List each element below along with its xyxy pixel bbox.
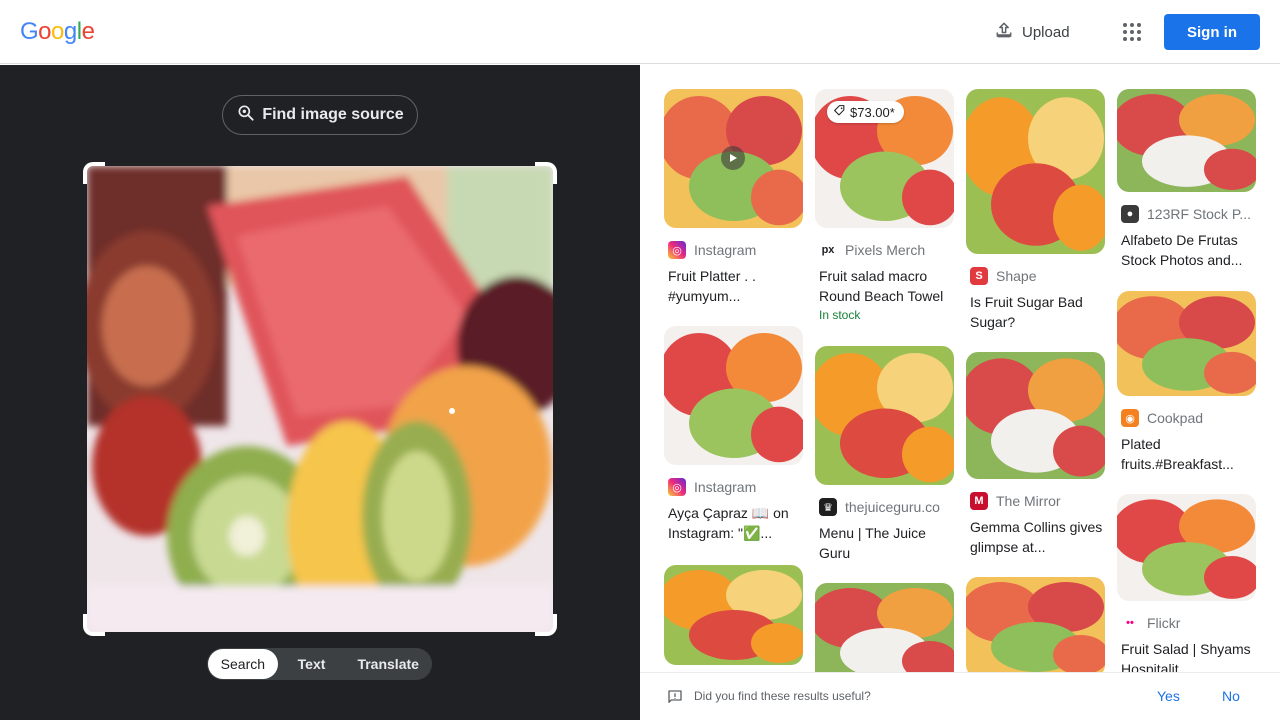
crop-handle-top-left[interactable]	[83, 162, 105, 184]
feedback-question: Did you find these results useful?	[694, 689, 871, 703]
find-image-source-button[interactable]: Find image source	[222, 95, 418, 135]
result-card[interactable]: $73.00* px Pixels Merch Fruit salad macro R…	[815, 89, 954, 322]
result-title[interactable]: Alfabeto De Frutas Stock Photos and...	[1117, 230, 1256, 270]
result-thumbnail[interactable]	[664, 565, 803, 665]
logo-letter: g	[63, 18, 77, 45]
result-source[interactable]: ◎ Instagram	[664, 477, 803, 497]
source-name: Cookpad	[1147, 410, 1204, 426]
logo-letter: o	[38, 18, 52, 45]
result-title[interactable]: Fruit salad macro Round Beach Towel	[815, 266, 954, 306]
result-card[interactable]: ◎ Instagram Fruit Platter . . #yumyum...	[664, 89, 803, 306]
result-title[interactable]: Menu | The Juice Guru	[815, 523, 954, 563]
result-card[interactable]: M The Mirror Gemma Collins gives glimpse a…	[966, 352, 1105, 557]
shape-icon: S	[970, 267, 988, 285]
result-thumbnail[interactable]	[1117, 494, 1256, 601]
mode-tabs: Search Text Translate	[207, 648, 432, 680]
result-source[interactable]: M The Mirror	[966, 491, 1105, 511]
result-card[interactable]: ♛ thejuiceguru.co Menu | The Juice Guru	[815, 346, 954, 563]
source-name: The Mirror	[996, 493, 1061, 509]
upload-icon	[994, 20, 1014, 44]
top-bar: Google Upload Sign in	[0, 0, 1280, 64]
find-image-source-label: Find image source	[262, 106, 404, 123]
result-card[interactable]	[815, 583, 954, 672]
query-image	[87, 166, 553, 632]
result-source[interactable]: •• Flickr	[1117, 613, 1256, 633]
crop-selection[interactable]	[83, 162, 557, 636]
sign-in-button[interactable]: Sign in	[1164, 14, 1260, 50]
source-name: Instagram	[694, 479, 757, 495]
result-title[interactable]: Plated fruits.#Breakfast...	[1117, 434, 1256, 474]
result-thumbnail[interactable]	[815, 583, 954, 672]
result-title[interactable]: Is Fruit Sugar Bad Sugar?	[966, 292, 1105, 332]
result-thumbnail[interactable]	[815, 346, 954, 485]
result-source[interactable]: S Shape	[966, 266, 1105, 286]
result-source[interactable]: ♛ thejuiceguru.co	[815, 497, 954, 517]
result-title[interactable]: Ayça Çapraz 📖 on Instagram: "✅...	[664, 503, 803, 543]
result-thumbnail[interactable]	[1117, 291, 1256, 396]
result-thumbnail[interactable]	[966, 352, 1105, 479]
price-tag-icon	[833, 104, 846, 120]
stock-status: In stock	[819, 308, 861, 322]
result-title[interactable]: Gemma Collins gives glimpse at...	[966, 517, 1105, 557]
result-source[interactable]: ● 123RF Stock P...	[1117, 204, 1256, 224]
result-thumbnail[interactable]: $73.00*	[815, 89, 954, 228]
feedback-bar: Did you find these results useful? Yes N…	[640, 672, 1280, 720]
result-thumbnail[interactable]	[664, 89, 803, 228]
result-card[interactable]	[966, 577, 1105, 672]
result-card[interactable]: S Shape Is Fruit Sugar Bad Sugar?	[966, 89, 1105, 332]
result-thumbnail[interactable]	[664, 326, 803, 465]
123rf-icon: ●	[1121, 205, 1139, 223]
flickr-icon: ••	[1121, 614, 1139, 632]
source-name: Shape	[996, 268, 1037, 284]
google-logo[interactable]: Google	[20, 18, 95, 46]
feedback-icon	[666, 688, 684, 711]
result-card[interactable]: ◎ Instagram Ayça Çapraz 📖 on Instagram: "✅…	[664, 326, 803, 543]
tab-search[interactable]: Search	[208, 649, 278, 679]
source-name: 123RF Stock P...	[1147, 206, 1252, 222]
source-name: Flickr	[1147, 615, 1181, 631]
instagram-icon: ◎	[668, 241, 686, 259]
result-source[interactable]: ◎ Instagram	[664, 240, 803, 260]
crop-handle-top-right[interactable]	[535, 162, 557, 184]
result-source[interactable]: ◉ Cookpad	[1117, 408, 1256, 428]
feedback-yes-button[interactable]: Yes	[1157, 688, 1180, 704]
result-source[interactable]: px Pixels Merch	[815, 240, 954, 260]
pixels-icon: px	[819, 241, 837, 259]
result-card[interactable]: ● 123RF Stock P... Alfabeto De Frutas Stoc…	[1117, 89, 1256, 270]
result-card[interactable]: •• Flickr Fruit Salad | Shyams Hospitalit.…	[1117, 494, 1256, 672]
result-thumbnail[interactable]	[966, 89, 1105, 254]
result-thumbnail[interactable]	[966, 577, 1105, 672]
play-icon	[721, 146, 745, 170]
source-name: thejuiceguru.co	[845, 499, 940, 515]
result-thumbnail[interactable]	[1117, 89, 1256, 192]
tab-translate[interactable]: Translate	[345, 649, 431, 679]
cookpad-icon: ◉	[1121, 409, 1139, 427]
juiceguru-icon: ♛	[819, 498, 837, 516]
lens-search-icon	[236, 103, 256, 128]
apps-grid-icon[interactable]	[1116, 16, 1148, 48]
price-badge: $73.00*	[827, 101, 904, 123]
logo-letter: o	[51, 18, 64, 45]
logo-letter: G	[20, 18, 39, 45]
instagram-icon: ◎	[668, 478, 686, 496]
feedback-no-button[interactable]: No	[1222, 688, 1240, 704]
visual-matches: ◎ Instagram Fruit Platter . . #yumyum... ◎ I…	[640, 65, 1280, 672]
upload-button[interactable]: Upload	[986, 16, 1078, 48]
crop-handle-bottom-right[interactable]	[535, 614, 557, 636]
query-image-pane: Find image source Search Text Translate	[0, 65, 640, 720]
crop-handle-bottom-left[interactable]	[83, 614, 105, 636]
result-title[interactable]: Fruit Platter . . #yumyum...	[664, 266, 803, 306]
source-name: Instagram	[694, 242, 757, 258]
price-value: $73.00*	[850, 104, 895, 120]
result-card[interactable]: ◉ Cookpad Plated fruits.#Breakfast...	[1117, 291, 1256, 474]
upload-label: Upload	[1022, 23, 1070, 41]
result-card[interactable]	[664, 565, 803, 665]
mirror-icon: M	[970, 492, 988, 510]
source-name: Pixels Merch	[845, 242, 926, 258]
logo-letter: e	[81, 18, 95, 45]
tab-text[interactable]: Text	[278, 649, 346, 679]
result-title[interactable]: Fruit Salad | Shyams Hospitalit...	[1117, 639, 1256, 672]
